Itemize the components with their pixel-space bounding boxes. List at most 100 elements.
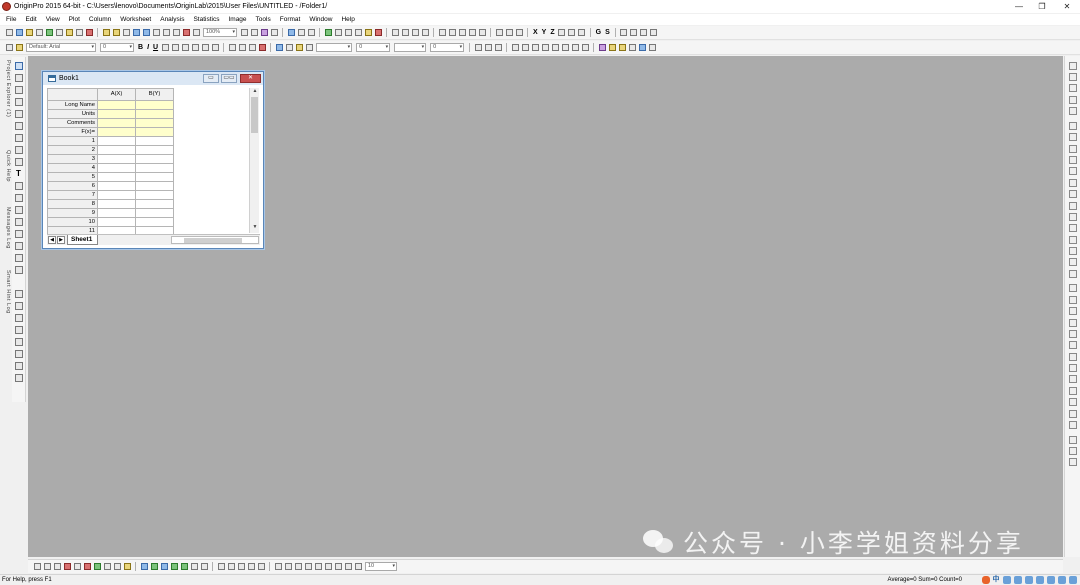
tab-project-explorer[interactable]: Project Explorer (1) (0, 60, 11, 117)
object-bottom-icon[interactable] (1068, 318, 1077, 327)
cell[interactable] (97, 145, 136, 155)
ungroup-objects-icon[interactable] (628, 44, 636, 51)
full-screen-icon[interactable] (1068, 447, 1077, 455)
project-explorer-icon[interactable] (287, 29, 295, 36)
new-folder-icon[interactable] (15, 29, 23, 36)
workbook-restore-button[interactable]: ▭▭ (221, 74, 237, 83)
set-y-button[interactable]: Y (542, 29, 547, 36)
move-3d-icon[interactable] (324, 563, 332, 570)
row-header[interactable]: 6 (47, 181, 98, 191)
font-size-combo[interactable]: 0 (100, 43, 134, 52)
add-notes-icon[interactable] (354, 29, 362, 36)
rectangle-tool-icon[interactable] (14, 206, 23, 214)
border-style-combo[interactable] (394, 43, 427, 52)
column-plot-icon[interactable] (63, 563, 71, 570)
swap-layers-icon[interactable] (1068, 201, 1077, 210)
cell[interactable] (97, 172, 136, 182)
command-window-icon[interactable] (307, 29, 315, 36)
subscript-icon[interactable] (171, 44, 179, 51)
row-header[interactable]: 8 (47, 199, 98, 209)
border-width-combo[interactable]: 0 (430, 43, 465, 52)
line-symbol-plot-icon[interactable] (53, 563, 61, 570)
3d-bars-icon[interactable] (150, 563, 158, 570)
hscroll-thumb[interactable] (184, 238, 242, 243)
region-tool-icon[interactable] (14, 230, 23, 238)
vertical-scrollbar[interactable]: ▲ ▼ (249, 88, 259, 233)
polygon-tool-icon[interactable] (14, 314, 23, 322)
underline-button[interactable]: U (153, 44, 158, 51)
insert-graph-icon[interactable] (14, 242, 23, 250)
rotate-x-icon[interactable] (274, 563, 282, 570)
bar-chart-icon[interactable] (448, 29, 456, 36)
data-reader-icon[interactable] (14, 98, 23, 106)
enhanced-preview-icon[interactable] (1068, 435, 1077, 444)
pattern-icon[interactable] (474, 44, 482, 51)
tab-quick-help[interactable]: Quick Help (0, 150, 11, 182)
top-x-icon[interactable] (1068, 247, 1077, 255)
row-header-units[interactable]: Units (47, 109, 98, 119)
circle-tool-icon[interactable] (14, 302, 23, 310)
cell[interactable] (135, 172, 174, 182)
back-icon[interactable] (1068, 375, 1077, 384)
front-icon[interactable] (1068, 364, 1077, 373)
recalculate-icon[interactable] (182, 29, 190, 36)
workbook-close-button[interactable]: ✕ (240, 74, 261, 83)
menu-view[interactable]: View (46, 16, 60, 23)
set-z-button[interactable]: Z (550, 29, 554, 36)
ime-language-indicator[interactable]: 中 (993, 576, 1000, 584)
right-y-icon[interactable] (1068, 269, 1077, 278)
sheet-tab-sheet1[interactable]: Sheet1 (67, 235, 99, 245)
area-plot-icon[interactable] (93, 563, 101, 570)
italic-button[interactable]: I (147, 44, 149, 51)
align-right-icon[interactable] (248, 44, 256, 51)
backward-icon[interactable] (1068, 398, 1077, 407)
layer-position-icon[interactable] (1068, 167, 1077, 176)
left-y-icon[interactable] (1068, 258, 1077, 267)
layout-icon[interactable] (14, 362, 23, 370)
import-wizard-icon[interactable] (172, 29, 180, 36)
cell[interactable] (135, 199, 174, 209)
line-tool-icon[interactable] (14, 194, 23, 202)
merge-graph-icon[interactable] (1068, 95, 1077, 104)
screen-reader-icon[interactable] (14, 110, 23, 118)
microphone-icon[interactable] (1024, 576, 1033, 584)
add-new-columns-icon[interactable] (334, 29, 342, 36)
pattern-color-icon[interactable] (295, 44, 303, 51)
arrange-layers-icon[interactable] (1068, 224, 1077, 233)
scale-3d-icon[interactable] (354, 563, 362, 570)
row-header-fx[interactable]: F(x)= (47, 127, 98, 137)
special-plot-icon[interactable] (113, 563, 121, 570)
link-axes-icon[interactable] (1068, 190, 1077, 199)
rotate-left-icon[interactable] (217, 563, 225, 570)
axis-icon[interactable] (401, 29, 409, 36)
cell[interactable] (135, 109, 174, 119)
cell[interactable] (97, 154, 136, 164)
decrease-font-icon[interactable] (211, 44, 219, 51)
keyboard-icon[interactable] (1035, 576, 1044, 584)
new-notes-icon[interactable] (75, 29, 83, 36)
new-function-icon[interactable] (55, 29, 63, 36)
row-header[interactable]: 4 (47, 163, 98, 173)
greek-icon[interactable] (191, 44, 199, 51)
move-up-icon[interactable] (630, 29, 638, 36)
fill-color-icon[interactable] (275, 44, 283, 51)
scroll-down-arrow-icon[interactable]: ▼ (251, 224, 259, 232)
text-tool-icon[interactable]: T (16, 170, 21, 178)
object-back-icon[interactable] (608, 44, 616, 51)
line-color-icon[interactable] (285, 44, 293, 51)
menu-worksheet[interactable]: Worksheet (120, 16, 151, 23)
rotate-right-icon[interactable] (227, 563, 235, 570)
column-header-b[interactable]: B(Y) (135, 88, 174, 101)
cell[interactable] (97, 100, 136, 110)
object-top-icon[interactable] (1068, 307, 1077, 316)
scroll-up-arrow-icon[interactable]: ▲ (251, 88, 259, 96)
regional-mask-icon[interactable] (14, 158, 23, 166)
arrow-tool-icon[interactable] (14, 182, 23, 190)
increase-font-icon[interactable] (201, 44, 209, 51)
merge-icon[interactable] (511, 44, 519, 51)
disregard-icon[interactable] (578, 29, 586, 36)
save-template-icon[interactable] (142, 29, 150, 36)
cell[interactable] (135, 217, 174, 227)
workbook-window[interactable]: Book1 ▭ ▭▭ ✕ A(X) B(Y) Long Name Units C… (42, 71, 264, 249)
align-layers-icon[interactable] (1068, 212, 1077, 221)
